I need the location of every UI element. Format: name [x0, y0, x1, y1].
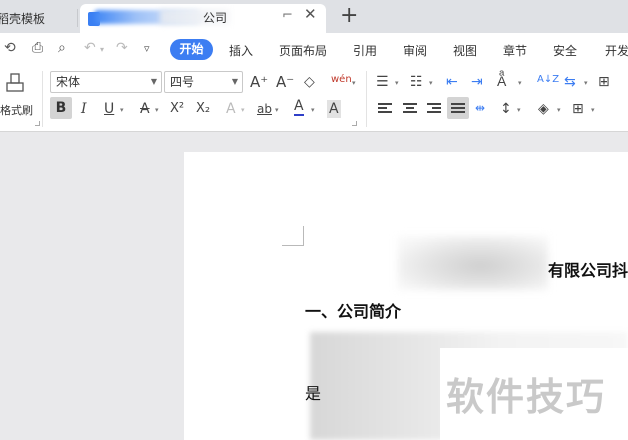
ribbon-separator — [366, 71, 367, 127]
line-spacing-icon[interactable]: ↕ — [500, 100, 512, 118]
font-size-select[interactable]: 四号 ▼ — [164, 71, 243, 93]
menu-security[interactable]: 安全 — [553, 42, 577, 59]
distributed-align-icon[interactable]: ⇹ — [475, 99, 485, 117]
menu-insert[interactable]: 插入 — [229, 42, 253, 59]
show-hide-marks-icon[interactable]: ⇆ — [564, 73, 576, 91]
sort-icon[interactable]: A↓Z — [537, 71, 559, 89]
new-tab-icon[interactable]: + — [340, 3, 358, 29]
align-left-icon[interactable] — [378, 103, 392, 115]
text-effect-button[interactable]: A — [226, 100, 236, 118]
redacted-company-name — [398, 236, 548, 290]
chevron-down-icon: ▼ — [231, 77, 238, 86]
tab-divider — [77, 9, 78, 27]
menu-row: ⟲ ⎙ ⌕ ↶ ▾ ↷ ▿ 开始 插入 页面布局 引用 审阅 视图 章节 安全 … — [0, 33, 628, 65]
format-painter-icon[interactable] — [6, 73, 26, 95]
chevron-down-icon[interactable]: ▾ — [241, 106, 245, 114]
chevron-down-icon[interactable]: ▾ — [311, 106, 315, 114]
tab-template[interactable]: 稻壳模板 — [0, 4, 76, 33]
more-icon[interactable]: ▿ — [144, 42, 150, 55]
format-painter-label[interactable]: 格式刷 — [0, 102, 33, 118]
watermark-text: 软件技巧 — [446, 375, 607, 419]
align-right-icon[interactable] — [427, 103, 441, 115]
bullet-list-icon[interactable]: ☰ — [376, 73, 389, 91]
table-icon[interactable]: ⊞ — [598, 73, 610, 91]
chevron-down-icon[interactable]: ▾ — [518, 79, 522, 87]
chevron-down-icon[interactable]: ▾ — [352, 79, 356, 87]
clear-format-icon[interactable]: ◇ — [304, 73, 315, 91]
redo-arrow-icon[interactable]: ↷ — [116, 40, 128, 56]
italic-button[interactable]: I — [81, 100, 87, 118]
chevron-down-icon[interactable]: ▾ — [395, 79, 399, 87]
menu-chapter[interactable]: 章节 — [503, 42, 527, 59]
document-title[interactable]: 有限公司抖 — [548, 257, 628, 281]
menu-page-layout[interactable]: 页面布局 — [279, 42, 327, 59]
highlight-button[interactable]: ab — [257, 100, 272, 118]
font-group-launcher[interactable] — [352, 121, 357, 126]
chevron-down-icon[interactable]: ▾ — [155, 106, 159, 114]
superscript-button[interactable]: X² — [170, 100, 184, 118]
justify-button[interactable] — [447, 97, 469, 119]
body-text-start[interactable]: 是 — [305, 380, 321, 404]
menu-developer[interactable]: 开发 — [605, 42, 628, 59]
font-name-value: 宋体 — [56, 75, 81, 89]
chevron-down-icon[interactable]: ▾ — [120, 106, 124, 114]
increase-indent-icon[interactable]: ⇥ — [471, 73, 483, 91]
bold-button[interactable]: B — [50, 97, 72, 119]
chevron-down-icon[interactable]: ▾ — [557, 106, 561, 114]
menu-home[interactable]: 开始 — [170, 39, 213, 60]
menu-references[interactable]: 引用 — [353, 42, 377, 59]
ribbon: 格式刷 宋体 ▼ 四号 ▼ A⁺ A⁻ ◇ wén ▾ B I U ▾ A ▾ … — [0, 65, 628, 132]
chevron-down-icon[interactable]: ▾ — [275, 106, 279, 114]
strikethrough-button[interactable]: A — [140, 100, 150, 118]
font-size-value: 四号 — [170, 75, 195, 89]
character-shading-button[interactable]: A — [327, 100, 341, 118]
tab-active-label: 公司 — [203, 11, 228, 25]
tab-template-label: 稻壳模板 — [0, 12, 46, 26]
document-title-text: 有限公司 — [548, 261, 613, 280]
align-center-icon[interactable] — [403, 103, 417, 115]
chevron-down-icon[interactable]: ▾ — [429, 79, 433, 87]
menu-view[interactable]: 视图 — [453, 42, 477, 59]
font-color-button[interactable]: A — [294, 98, 304, 116]
subscript-button[interactable]: X₂ — [196, 100, 210, 118]
menu-review[interactable]: 审阅 — [403, 42, 427, 59]
chevron-down-icon[interactable]: ▾ — [517, 106, 521, 114]
document-title-cut: 抖 — [612, 261, 628, 280]
change-case-icon[interactable]: Aͣ — [497, 73, 506, 91]
print-icon[interactable]: ⎙ — [32, 40, 43, 56]
undo-icon[interactable]: ↶ — [84, 40, 96, 56]
pin-icon[interactable]: ⌐ — [282, 8, 293, 23]
close-icon[interactable]: ✕ — [304, 5, 317, 23]
undo-dropdown-icon[interactable]: ▾ — [100, 45, 104, 54]
border-icon[interactable]: ⊞ — [572, 100, 584, 118]
chevron-down-icon[interactable]: ▾ — [584, 79, 588, 87]
decrease-indent-icon[interactable]: ⇤ — [446, 73, 458, 91]
font-name-select[interactable]: 宋体 ▼ — [50, 71, 162, 93]
justify-icon — [451, 103, 465, 115]
underline-button[interactable]: U — [104, 100, 114, 118]
ribbon-separator — [42, 71, 43, 127]
phonetic-guide-icon[interactable]: wén — [331, 71, 352, 89]
chevron-down-icon[interactable]: ▾ — [591, 106, 595, 114]
grow-font-icon[interactable]: A⁺ — [250, 73, 268, 91]
print-preview-icon[interactable]: ⌕ — [58, 40, 66, 56]
paragraph-shading-icon[interactable]: ◈ — [538, 100, 549, 118]
clipboard-group-launcher[interactable] — [35, 121, 40, 126]
tab-bar: 稻壳模板 公司 ⌐ ✕ + — [0, 0, 628, 33]
chevron-down-icon: ▼ — [150, 77, 157, 86]
numbered-list-icon[interactable]: ☷ — [410, 73, 423, 91]
section-heading[interactable]: 一、公司简介 — [305, 298, 401, 322]
shrink-font-icon[interactable]: A⁻ — [276, 73, 294, 91]
page-margin-marker — [282, 226, 304, 246]
redo-icon[interactable]: ⟲ — [4, 40, 16, 56]
